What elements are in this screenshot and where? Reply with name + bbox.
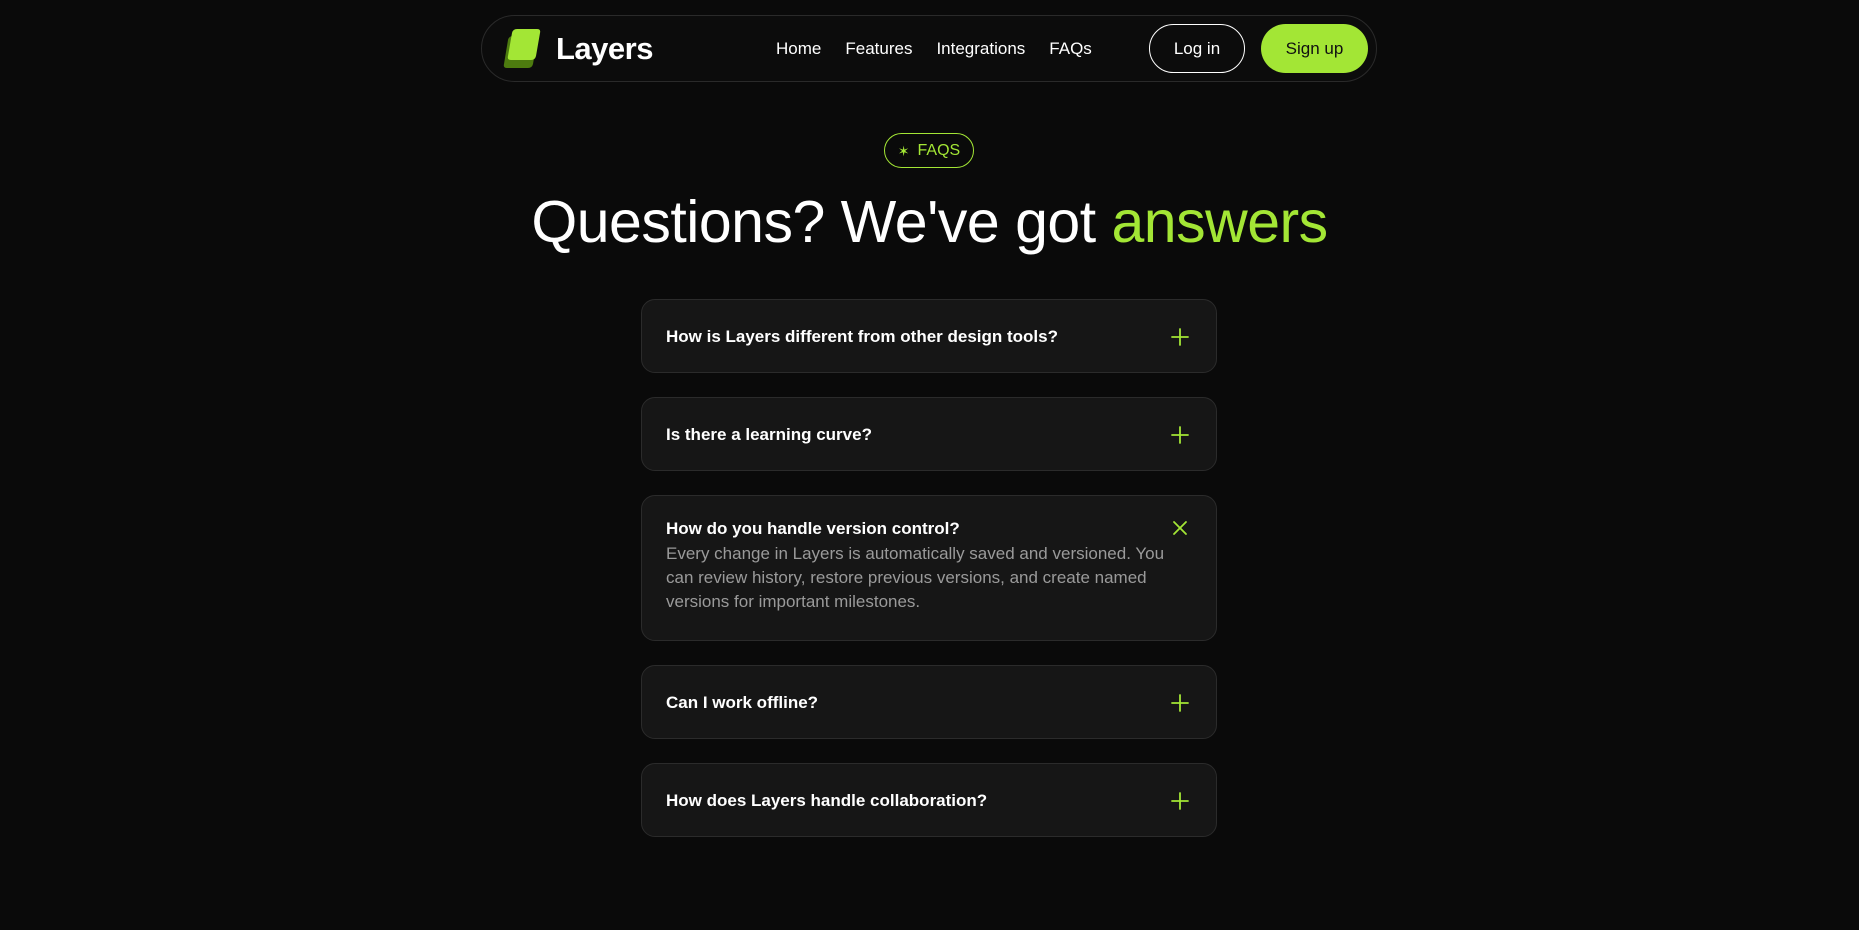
faq-question: How do you handle version control? bbox=[666, 519, 960, 538]
faq-item[interactable]: How is Layers different from other desig… bbox=[641, 299, 1217, 373]
badge-label: FAQS bbox=[917, 141, 961, 159]
plus-icon[interactable] bbox=[1170, 791, 1190, 811]
layers-logo-icon bbox=[498, 26, 544, 72]
close-icon[interactable] bbox=[1170, 518, 1190, 538]
faq-question: How does Layers handle collaboration? bbox=[666, 791, 988, 810]
faqs-badge: ✶ FAQS bbox=[884, 133, 974, 168]
faq-item[interactable]: Is there a learning curve? bbox=[641, 397, 1217, 471]
title-main: Questions? We've got bbox=[531, 189, 1112, 255]
login-button[interactable]: Log in bbox=[1149, 24, 1245, 73]
top-navbar: Layers Home Features Integrations FAQs L… bbox=[481, 15, 1377, 82]
plus-icon[interactable] bbox=[1170, 327, 1190, 347]
signup-button[interactable]: Sign up bbox=[1261, 24, 1368, 73]
brand-name: Layers bbox=[556, 31, 653, 66]
nav-link-features[interactable]: Features bbox=[845, 39, 912, 59]
faq-question: Is there a learning curve? bbox=[666, 425, 872, 444]
plus-icon[interactable] bbox=[1170, 425, 1190, 445]
section-title: Questions? We've got answers bbox=[0, 186, 1859, 258]
nav-links: Home Features Integrations FAQs bbox=[776, 16, 1092, 81]
title-accent: answers bbox=[1111, 189, 1328, 255]
plus-icon[interactable] bbox=[1170, 693, 1190, 713]
brand-logo[interactable]: Layers bbox=[498, 26, 653, 72]
nav-link-home[interactable]: Home bbox=[776, 39, 821, 59]
sparkle-icon: ✶ bbox=[897, 142, 910, 159]
nav-link-integrations[interactable]: Integrations bbox=[936, 39, 1025, 59]
faq-list: How is Layers different from other desig… bbox=[641, 299, 1217, 861]
faq-question: Can I work offline? bbox=[666, 693, 819, 712]
nav-link-faqs[interactable]: FAQs bbox=[1049, 39, 1092, 59]
faq-answer: Every change in Layers is automatically … bbox=[666, 544, 1165, 611]
faq-item[interactable]: How does Layers handle collaboration? bbox=[641, 763, 1217, 837]
faq-item[interactable]: Can I work offline? bbox=[641, 665, 1217, 739]
faq-item-expanded[interactable]: How do you handle version control? Every… bbox=[641, 495, 1217, 641]
faq-question: How is Layers different from other desig… bbox=[666, 327, 1058, 346]
